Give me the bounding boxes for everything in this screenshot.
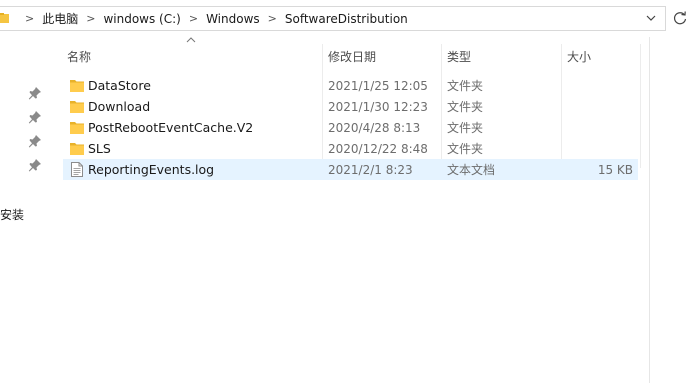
column-header-type[interactable]: 类型 bbox=[447, 44, 557, 68]
nav-item-label[interactable]: 安装 bbox=[0, 206, 24, 223]
pin-icon[interactable] bbox=[28, 86, 42, 100]
address-bar[interactable]: > 此电脑 > windows (C:) > Windows > Softwar… bbox=[0, 6, 666, 31]
file-date: 2021/1/30 12:23 bbox=[328, 99, 428, 114]
file-date: 2020/12/22 8:48 bbox=[328, 141, 428, 156]
folder-icon bbox=[70, 122, 84, 134]
file-row[interactable]: PostRebootEventCache.V2 2020/4/28 8:13 文… bbox=[63, 117, 638, 138]
breadcrumb-windows[interactable]: Windows bbox=[206, 12, 260, 26]
file-type: 文件夹 bbox=[447, 79, 484, 93]
breadcrumb-softwaredistribution[interactable]: SoftwareDistribution bbox=[285, 12, 408, 26]
breadcrumb-this-pc[interactable]: 此电脑 bbox=[42, 10, 78, 27]
chevron-right-icon[interactable]: > bbox=[189, 12, 198, 25]
column-header-name[interactable]: 名称 bbox=[67, 44, 317, 68]
pin-icon[interactable] bbox=[28, 134, 42, 148]
file-row-selected[interactable]: ReportingEvents.log 2021/2/1 8:23 文本文档 1… bbox=[63, 159, 638, 180]
column-divider[interactable] bbox=[640, 44, 641, 168]
file-type: 文件夹 bbox=[447, 142, 484, 156]
column-header-date[interactable]: 修改日期 bbox=[328, 44, 438, 68]
file-row[interactable]: Download 2021/1/30 12:23 文件夹 bbox=[63, 96, 638, 117]
sort-up-icon bbox=[186, 37, 196, 43]
file-name: DataStore bbox=[88, 78, 151, 93]
file-type: 文件夹 bbox=[447, 100, 484, 114]
refresh-icon[interactable] bbox=[672, 10, 688, 26]
pane-divider bbox=[649, 37, 650, 383]
pin-icon[interactable] bbox=[28, 158, 42, 172]
file-date: 2021/2/1 8:23 bbox=[328, 162, 413, 177]
file-name: PostRebootEventCache.V2 bbox=[88, 120, 254, 135]
file-date: 2020/4/28 8:13 bbox=[328, 120, 421, 135]
file-size: 15 KB bbox=[597, 162, 633, 177]
file-date: 2021/1/25 12:05 bbox=[328, 78, 428, 93]
chevron-right-icon[interactable]: > bbox=[268, 12, 277, 25]
breadcrumb-drive-c[interactable]: windows (C:) bbox=[103, 12, 180, 26]
column-header-size[interactable]: 大小 bbox=[567, 44, 637, 68]
file-row[interactable]: SLS 2020/12/22 8:48 文件夹 bbox=[63, 138, 638, 159]
file-name: SLS bbox=[88, 141, 111, 156]
pin-icon[interactable] bbox=[28, 110, 42, 124]
file-type: 文件夹 bbox=[447, 121, 484, 135]
file-row[interactable]: DataStore 2021/1/25 12:05 文件夹 bbox=[63, 75, 638, 96]
text-file-icon bbox=[71, 162, 83, 177]
folder-icon bbox=[70, 80, 84, 92]
folder-icon bbox=[0, 13, 9, 23]
chevron-right-icon: > bbox=[25, 12, 35, 25]
folder-icon bbox=[70, 143, 84, 155]
folder-icon bbox=[70, 101, 84, 113]
chevron-down-icon[interactable] bbox=[646, 13, 656, 23]
file-name: Download bbox=[88, 99, 151, 114]
file-type: 文本文档 bbox=[447, 163, 496, 177]
file-name: ReportingEvents.log bbox=[88, 162, 215, 177]
chevron-right-icon[interactable]: > bbox=[86, 12, 95, 25]
